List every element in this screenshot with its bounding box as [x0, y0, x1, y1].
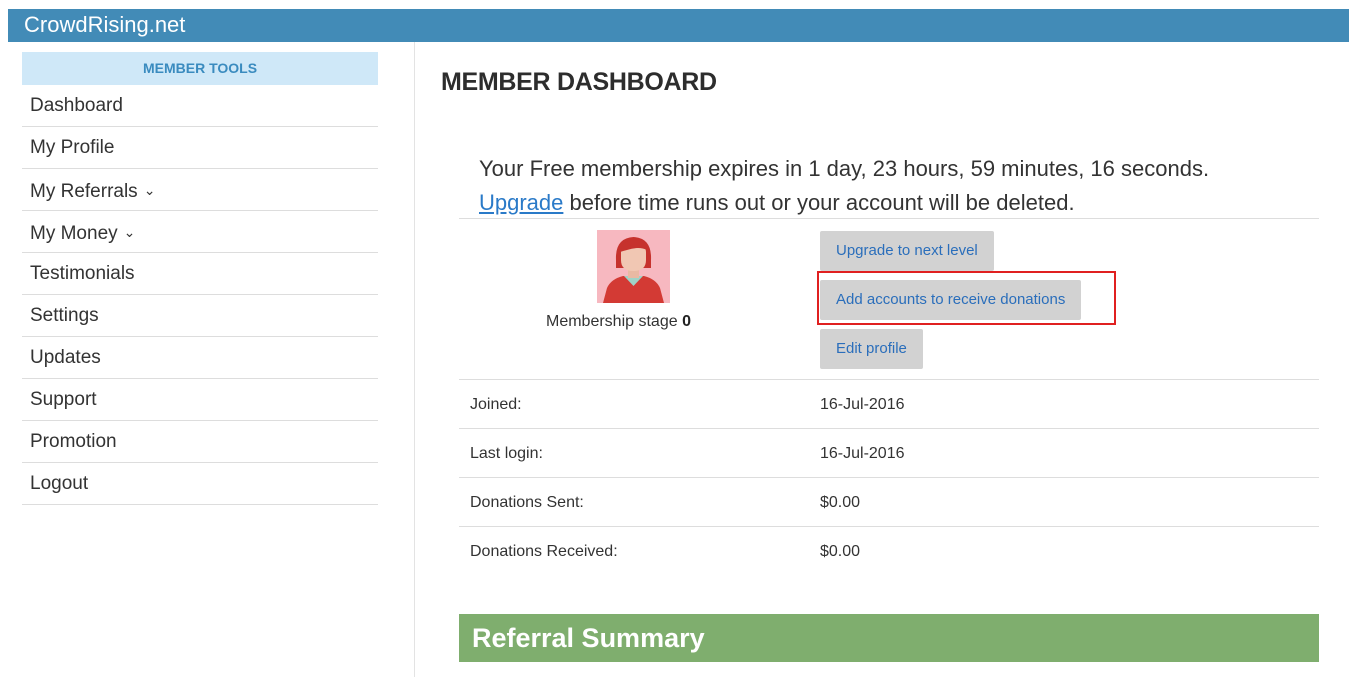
sidebar-header: MEMBER TOOLS — [22, 52, 378, 85]
sidebar-item-label: Support — [30, 389, 97, 410]
sidebar-item-my-profile[interactable]: My Profile — [22, 127, 378, 169]
sidebar-item-logout[interactable]: Logout — [22, 463, 378, 505]
sidebar-item-label: My Profile — [30, 137, 115, 158]
sidebar-item-label: My Money — [30, 223, 118, 244]
sidebar-item-updates[interactable]: Updates — [22, 337, 378, 379]
upgrade-link[interactable]: Upgrade — [479, 190, 563, 215]
dashboard-content: Membership stage 0 Upgrade to next level… — [459, 218, 1319, 576]
sidebar-item-my-referrals[interactable]: My Referrals ⌄ — [22, 169, 378, 211]
membership-stage-value: 0 — [682, 313, 691, 330]
membership-notice: Your Free membership expires in 1 day, 2… — [479, 152, 1319, 220]
info-row-donations-sent: Donations Sent: $0.00 — [459, 478, 1319, 527]
info-label: Last login: — [470, 445, 543, 462]
info-label: Donations Sent: — [470, 494, 584, 511]
sidebar-item-label: Updates — [30, 347, 101, 368]
edit-profile-button[interactable]: Edit profile — [820, 329, 923, 369]
upgrade-warning: Upgrade before time runs out or your acc… — [479, 186, 1319, 220]
profile-block: Membership stage 0 Upgrade to next level… — [459, 219, 1319, 380]
sidebar: MEMBER TOOLS Dashboard My Profile My Ref… — [22, 52, 378, 505]
top-bar: CrowdRising.net — [8, 9, 1349, 42]
referral-summary-header: Referral Summary — [459, 614, 1319, 662]
info-value: $0.00 — [820, 494, 861, 511]
info-label: Joined: — [470, 396, 522, 413]
sidebar-item-label: Testimonials — [30, 263, 135, 284]
sidebar-item-my-money[interactable]: My Money ⌄ — [22, 211, 378, 253]
sidebar-item-label: Promotion — [30, 431, 117, 452]
chevron-down-icon: ⌄ — [123, 224, 136, 240]
membership-stage: Membership stage 0 — [546, 313, 691, 331]
info-value: 16-Jul-2016 — [820, 445, 905, 462]
vertical-divider — [414, 42, 415, 677]
info-row-donations-received: Donations Received: $0.00 — [459, 527, 1319, 576]
info-value: 16-Jul-2016 — [820, 396, 905, 413]
sidebar-item-label: My Referrals — [30, 181, 138, 202]
page-title: MEMBER DASHBOARD — [441, 68, 717, 96]
user-avatar-icon — [597, 230, 670, 303]
sidebar-item-label: Settings — [30, 305, 99, 326]
upgrade-warning-text: before time runs out or your account wil… — [563, 190, 1075, 215]
sidebar-item-promotion[interactable]: Promotion — [22, 421, 378, 463]
sidebar-item-testimonials[interactable]: Testimonials — [22, 253, 378, 295]
sidebar-item-label: Dashboard — [30, 95, 123, 116]
sidebar-item-settings[interactable]: Settings — [22, 295, 378, 337]
info-row-joined: Joined: 16-Jul-2016 — [459, 380, 1319, 429]
membership-stage-label: Membership stage — [546, 313, 683, 330]
upgrade-to-next-level-button[interactable]: Upgrade to next level — [820, 231, 994, 271]
chevron-down-icon: ⌄ — [143, 182, 156, 198]
sidebar-item-label: Logout — [30, 473, 89, 494]
info-label: Donations Received: — [470, 543, 618, 560]
info-value: $0.00 — [820, 543, 861, 560]
sidebar-item-dashboard[interactable]: Dashboard — [22, 85, 378, 127]
highlight-annotation — [817, 271, 1116, 325]
sidebar-item-support[interactable]: Support — [22, 379, 378, 421]
expiry-text: Your Free membership expires in 1 day, 2… — [479, 156, 1210, 181]
site-brand[interactable]: CrowdRising.net — [24, 11, 185, 39]
info-row-last-login: Last login: 16-Jul-2016 — [459, 429, 1319, 478]
